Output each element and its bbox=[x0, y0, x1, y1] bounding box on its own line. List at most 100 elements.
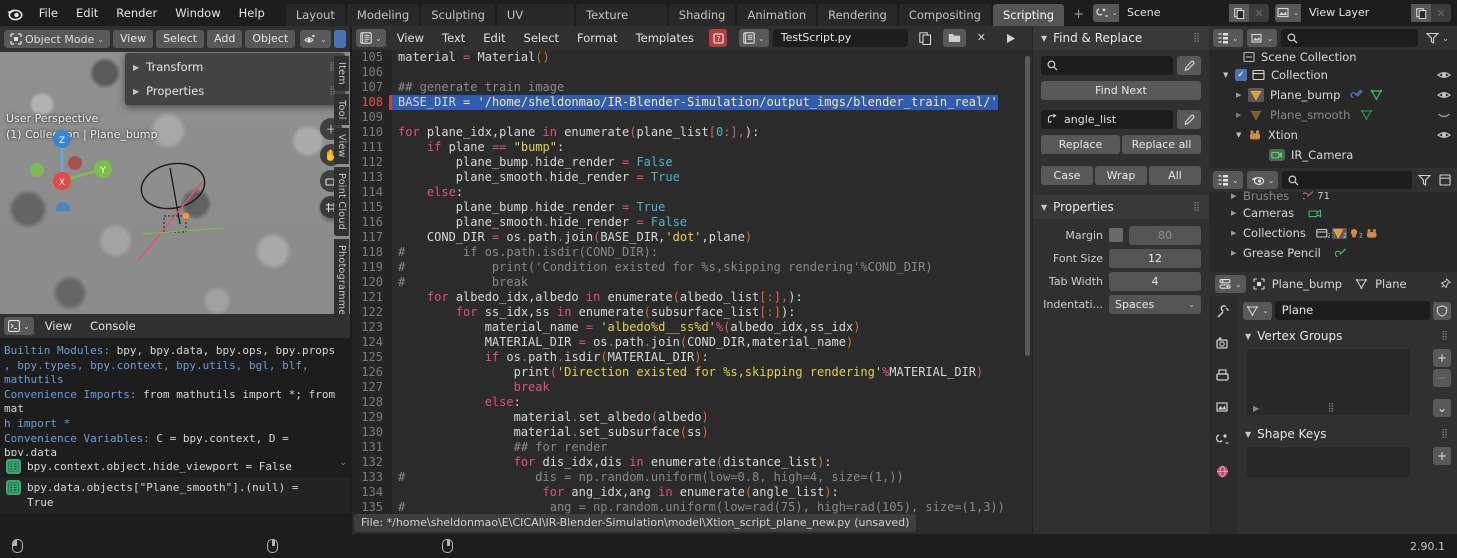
code-line[interactable]: 126 print('Direction existed for %s,skip… bbox=[352, 365, 1032, 380]
code-text[interactable]: for plane_idx,plane in enumerate(plane_l… bbox=[392, 125, 759, 140]
code-text[interactable]: # dis = np.random.uniform(low=0.8, high=… bbox=[392, 470, 904, 485]
new-text-icon[interactable] bbox=[912, 29, 939, 47]
mesh-data-icon[interactable] bbox=[1360, 109, 1373, 121]
code-line[interactable]: 107 ## generate train image bbox=[352, 80, 1032, 95]
text-menu-select[interactable]: Select bbox=[517, 29, 566, 47]
code-line[interactable]: 105 material = Material() bbox=[352, 50, 1032, 65]
viewport-menu-object[interactable]: Object bbox=[245, 30, 296, 48]
editor-scrollbar[interactable] bbox=[1025, 56, 1030, 356]
unlink-scene-icon[interactable]: ✕ bbox=[1249, 4, 1269, 22]
tab-width-value[interactable]: 4 bbox=[1109, 271, 1201, 291]
remove-vertex-group-button[interactable]: − bbox=[1433, 369, 1451, 387]
menu-edit[interactable]: Edit bbox=[67, 0, 107, 26]
code-line[interactable]: 129 material.set_albedo(albedo) bbox=[352, 410, 1032, 425]
run-script-icon[interactable] bbox=[997, 29, 1024, 47]
unlink-text-icon[interactable]: ✕ bbox=[970, 29, 993, 47]
outliner2-row-brushes[interactable]: ▶ Brushes 71 bbox=[1209, 189, 1457, 203]
code-text[interactable] bbox=[392, 65, 405, 80]
vertex-groups-list[interactable]: ▶ ⣿ bbox=[1247, 349, 1410, 415]
scene-selector[interactable]: ⌄ Scene ✕ bbox=[1093, 4, 1269, 22]
shield-icon[interactable] bbox=[1433, 301, 1451, 320]
code-line[interactable]: 133 # dis = np.random.uniform(low=0.8, hi… bbox=[352, 470, 1032, 485]
chevron-right-icon[interactable]: ▶ bbox=[1231, 192, 1243, 200]
code-line[interactable]: 117 COND_DIR = os.path.join(BASE_DIR,'do… bbox=[352, 230, 1032, 245]
replace-input[interactable]: angle_list bbox=[1041, 110, 1173, 129]
workspace-tab-sculpting[interactable]: Sculpting bbox=[421, 4, 495, 26]
code-line[interactable]: 116 plane_smooth.hide_render = False bbox=[352, 215, 1032, 230]
code-text[interactable]: else: bbox=[392, 395, 521, 410]
vertex-groups-panel-header[interactable]: ▼ Vertex Groups ⣿ bbox=[1237, 325, 1457, 347]
blender-file-outliner-area[interactable]: ⌄ ⌄ ▶ Brushes 71 ▶ Cameras ▶ Collections… bbox=[1209, 168, 1457, 272]
list-item[interactable]: bpy.data.objects["Plane_smooth"].(null) … bbox=[0, 477, 350, 513]
code-text[interactable]: # if os.path.isdir(COND_DIR): bbox=[392, 245, 658, 260]
workspace-tab-shading[interactable]: Shading bbox=[668, 4, 736, 26]
outliner-row-collection[interactable]: ▼ ✓ Collection bbox=[1209, 65, 1457, 85]
code-line[interactable]: 131 ## for render bbox=[352, 440, 1032, 455]
text-menu-templates[interactable]: Templates bbox=[629, 29, 701, 47]
scene-icon[interactable]: ⌄ bbox=[1093, 4, 1119, 22]
replace-button[interactable]: Replace bbox=[1041, 135, 1120, 154]
code-text[interactable]: plane_bump.hide_render = False bbox=[392, 155, 673, 170]
visibility-eye-icon[interactable] bbox=[1437, 90, 1451, 100]
tab-render[interactable] bbox=[1213, 334, 1233, 354]
side-tab-item[interactable]: Item bbox=[334, 56, 349, 91]
viewport-menu-add[interactable]: Add bbox=[207, 30, 243, 48]
side-tab-point-cloud[interactable]: Point Cloud bbox=[334, 167, 349, 237]
tab-view-layer[interactable] bbox=[1213, 398, 1233, 418]
tab-tool[interactable] bbox=[1213, 302, 1233, 322]
chevron-right-icon[interactable]: ▶ bbox=[1231, 229, 1243, 237]
code-text[interactable]: plane_smooth.hide_render = False bbox=[392, 215, 687, 230]
chevron-right-icon[interactable]: ▶ bbox=[1253, 404, 1259, 413]
chevron-down-icon[interactable]: ⌄ bbox=[339, 458, 347, 468]
outliner-row-scene-collection[interactable]: Scene Collection bbox=[1209, 48, 1457, 65]
code-line[interactable]: 110 for plane_idx,plane in enumerate(plan… bbox=[352, 125, 1032, 140]
find-replace-panel-header[interactable]: ▼ Find & Replace ⣿ bbox=[1033, 26, 1209, 50]
gizmo-dropdown[interactable] bbox=[333, 30, 346, 48]
properties-panel-header[interactable]: ▼ Properties ⣿ bbox=[1033, 195, 1209, 219]
find-input[interactable] bbox=[1041, 56, 1173, 75]
code-text[interactable]: else: bbox=[392, 185, 463, 200]
viewport-area[interactable]: Object Mode ⌄ View Select Add Object ⌄ ▶… bbox=[0, 26, 350, 314]
side-tab-view[interactable]: View bbox=[334, 128, 349, 165]
tab-world[interactable] bbox=[1213, 462, 1233, 482]
visibility-eye-icon[interactable] bbox=[1437, 130, 1451, 140]
console-editor-type-icon[interactable]: ⌄ bbox=[4, 317, 34, 335]
view-layer-selector[interactable]: ⌄ View Layer ✕ bbox=[1275, 4, 1451, 22]
outliner-row-plane-bump[interactable]: ▶ Plane_bump bbox=[1209, 85, 1457, 105]
viewport-menu-select[interactable]: Select bbox=[156, 30, 205, 48]
text-help-icon[interactable]: ? bbox=[709, 29, 728, 47]
mesh-data-icon[interactable] bbox=[1370, 89, 1383, 101]
chevron-down-icon[interactable]: ▼ bbox=[1223, 71, 1235, 79]
code-area[interactable]: 105 material = Material() 106 107 ## genera… bbox=[352, 50, 1032, 534]
filter-icon[interactable]: ⌄ bbox=[1422, 29, 1453, 47]
chevron-right-icon[interactable]: ▶ bbox=[1231, 249, 1243, 257]
code-line[interactable]: 123 material_name = 'albedo%d__ss%d'%(al… bbox=[352, 320, 1032, 335]
console-body[interactable]: Builtin Modules: bpy, bpy.data, bpy.ops,… bbox=[0, 338, 350, 456]
popover-row-properties[interactable]: ▶ Properties ⣿ bbox=[125, 79, 345, 103]
margin-value[interactable]: 80 bbox=[1129, 225, 1201, 245]
menu-help[interactable]: Help bbox=[230, 0, 274, 26]
code-line[interactable]: 109 bbox=[352, 110, 1032, 125]
outliner-display-mode-icon[interactable]: ⌄ bbox=[1246, 29, 1278, 47]
code-text[interactable]: # print('Condition existed for %s,skippi… bbox=[392, 260, 933, 275]
code-text[interactable]: for ang_idx,ang in enumerate(angle_list)… bbox=[392, 485, 839, 500]
pin-icon[interactable] bbox=[1439, 278, 1451, 290]
replace-all-button[interactable]: Replace all bbox=[1122, 135, 1201, 154]
tab-output[interactable] bbox=[1213, 366, 1233, 386]
python-console-area[interactable]: ⌄ View Console Builtin Modules: bpy, bpy… bbox=[0, 314, 350, 456]
code-line[interactable]: 115 plane_bump.hide_render = True bbox=[352, 200, 1032, 215]
text-editor-type-icon[interactable]: ⌄ bbox=[356, 29, 386, 47]
text-editor-sidebar[interactable]: ▼ Find & Replace ⣿ Find Next angle_list bbox=[1032, 26, 1209, 534]
text-menu-view[interactable]: View bbox=[390, 29, 431, 47]
blender-file-icon[interactable]: ⌄ bbox=[1246, 171, 1279, 189]
menu-file[interactable]: File bbox=[30, 0, 67, 26]
toggle-wrap[interactable]: Wrap bbox=[1095, 166, 1147, 185]
code-text[interactable] bbox=[392, 110, 405, 125]
menu-render[interactable]: Render bbox=[107, 0, 166, 26]
menu-window[interactable]: Window bbox=[166, 0, 229, 26]
outliner2-search-input[interactable] bbox=[1282, 171, 1412, 189]
code-text[interactable]: if plane == "bump": bbox=[392, 140, 564, 155]
breadcrumb-object-name[interactable]: Plane_bump bbox=[1272, 277, 1342, 291]
text-menu-edit[interactable]: Edit bbox=[476, 29, 512, 47]
workspace-tab-animation[interactable]: Animation bbox=[737, 4, 817, 26]
